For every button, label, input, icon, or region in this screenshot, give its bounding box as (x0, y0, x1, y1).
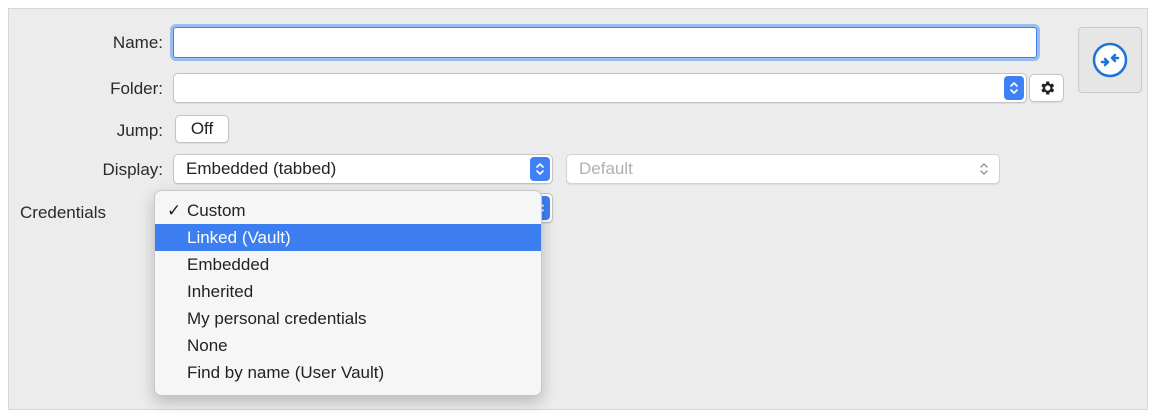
menu-item-none[interactable]: None (155, 332, 541, 359)
folder-label: Folder: (110, 79, 163, 98)
credentials-label: Credentials (20, 203, 106, 222)
menu-item-find-by-name[interactable]: Find by name (User Vault) (155, 359, 541, 386)
folder-settings-button[interactable] (1029, 74, 1064, 102)
menu-item-embedded[interactable]: Embedded (155, 251, 541, 278)
credentials-dropdown-menu: ✓ Custom Linked (Vault) Embedded Inherit… (154, 190, 542, 396)
name-input[interactable] (173, 27, 1037, 58)
jump-label: Jump: (116, 121, 163, 140)
remote-desktop-icon (1092, 42, 1128, 78)
menu-item-my-personal-credentials[interactable]: My personal credentials (155, 305, 541, 332)
checkmark-icon: ✓ (167, 201, 182, 220)
chevron-up-down-icon (1004, 76, 1024, 100)
display-label: Display: (102, 160, 163, 179)
entry-type-icon-tile[interactable] (1078, 27, 1142, 93)
display-secondary-value: Default (579, 159, 633, 178)
folder-select[interactable] (173, 73, 1027, 103)
jump-toggle-button[interactable]: Off (175, 115, 229, 143)
display-select[interactable]: Embedded (tabbed) (173, 154, 553, 184)
chevron-up-down-icon (530, 157, 550, 181)
name-label: Name: (112, 33, 163, 52)
menu-item-linked-vault[interactable]: Linked (Vault) (155, 224, 541, 251)
menu-item-custom[interactable]: ✓ Custom (155, 197, 541, 224)
gear-icon (1040, 81, 1054, 95)
menu-item-inherited[interactable]: Inherited (155, 278, 541, 305)
chevron-up-down-icon (975, 157, 993, 181)
display-value: Embedded (tabbed) (186, 159, 337, 178)
display-secondary-select: Default (566, 154, 1000, 184)
